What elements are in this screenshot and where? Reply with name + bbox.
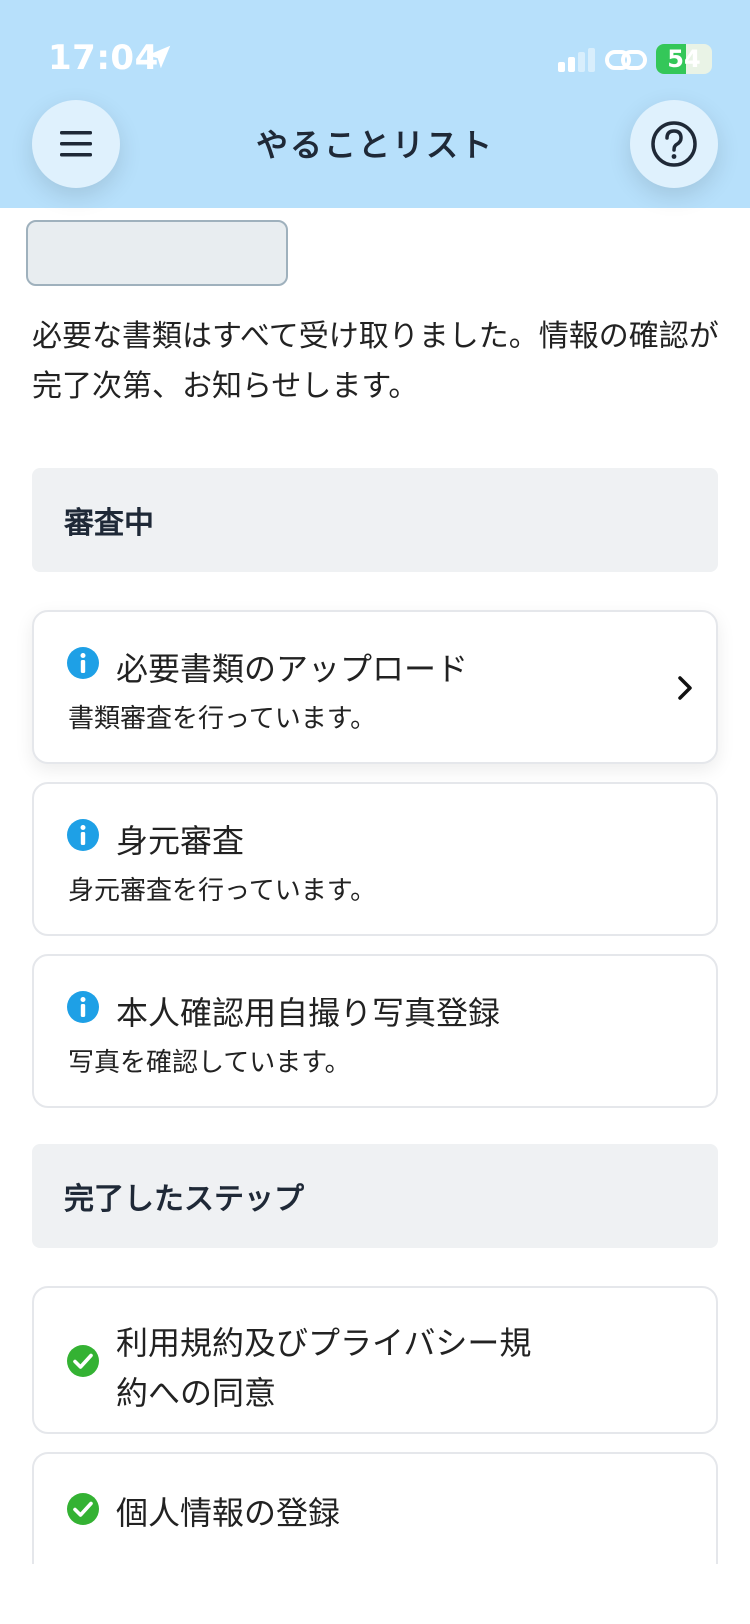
task-card-document-upload[interactable]: 必要書類のアップロード 書類審査を行っています。 [32,610,718,764]
placeholder-box [26,220,288,286]
section-header-completed: 完了したステップ [32,1144,718,1248]
intro-text: 必要な書類はすべて受け取りました。情報の確認が完了次第、お知らせします。 [32,319,719,404]
task-card-identity-review[interactable]: 身元審査 身元審査を行っています。 [32,782,718,936]
help-icon [651,121,697,167]
battery-text: 54 [667,45,701,73]
task-card-personal-info[interactable]: 個人情報の登録 [32,1452,718,1564]
info-icon [67,819,99,851]
task-card-terms-consent[interactable]: 利用規約及びプライバシー規 約への同意 [32,1286,718,1434]
check-circle-icon [67,1493,99,1525]
help-button[interactable] [630,100,718,188]
task-subtitle: 写真を確認しています。 [68,1048,351,1078]
status-bar: 17:04 54 [0,0,750,100]
link-icon [605,50,647,70]
chevron-right-icon [678,676,692,700]
task-title: 身元審査 [116,822,245,860]
task-card-selfie[interactable]: 本人確認用自撮り写真登録 写真を確認しています。 [32,954,718,1108]
task-title-line2: 約への同意 [116,1374,277,1412]
app-header: 17:04 54 やることリスト [0,0,750,208]
battery-icon: 54 [656,44,712,74]
task-title: 個人情報の登録 [116,1494,341,1532]
task-subtitle: 書類審査を行っています。 [68,704,377,734]
info-icon [67,647,99,679]
info-icon [67,991,99,1023]
task-title: 必要書類のアップロード [116,650,469,688]
task-subtitle: 身元審査を行っています。 [68,876,377,906]
signal-icon [558,48,595,72]
status-time: 17:04 [48,38,159,78]
check-circle-icon [67,1345,99,1377]
location-arrow-icon [147,45,171,69]
section-header-review: 審査中 [32,468,718,572]
task-title: 本人確認用自撮り写真登録 [116,994,501,1032]
task-title-line1: 利用規約及びプライバシー規 [116,1324,532,1362]
